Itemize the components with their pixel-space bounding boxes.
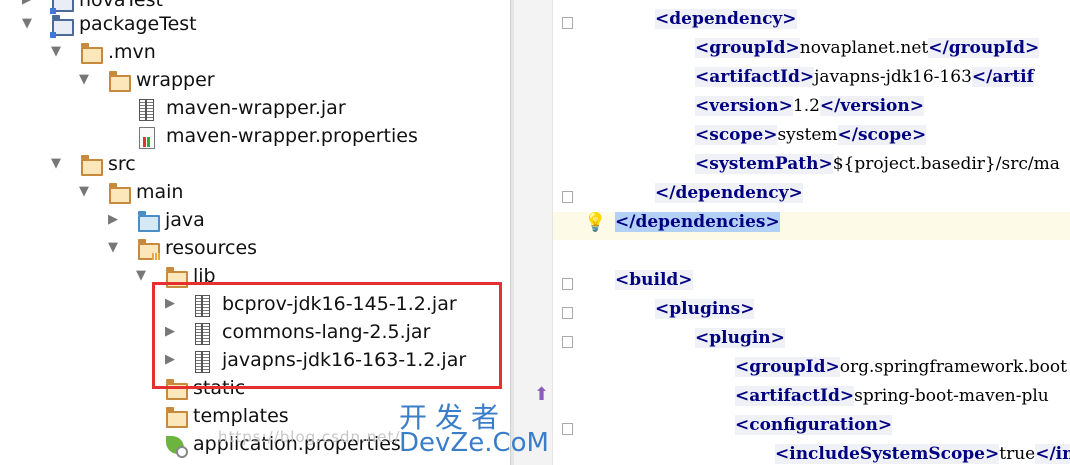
source-folder-icon (138, 211, 160, 232)
fold-marker-icon[interactable] (562, 17, 573, 29)
code-line[interactable]: </dependencies> (615, 212, 780, 241)
watermark-url: https://blog.csdn.net/ (218, 428, 401, 446)
tree-row-label: packageTest (79, 13, 197, 35)
jar-icon (139, 99, 154, 121)
folder-icon (109, 71, 131, 92)
xml-tag: </dependencies> (615, 212, 780, 232)
properties-file-icon (139, 127, 155, 149)
xml-text: novaplanet.net (799, 38, 929, 58)
tree-row-label: maven-wrapper.properties (166, 125, 418, 147)
code-line[interactable]: <version>1.2</version> (695, 96, 924, 125)
xml-tag: <configuration> (735, 415, 893, 435)
xml-text: system (777, 125, 838, 145)
expand-down-icon[interactable]: ▼ (51, 156, 61, 171)
project-folder-icon (50, 15, 74, 38)
tree-row-label: wrapper (136, 69, 215, 91)
xml-tag: </version> (819, 96, 924, 116)
xml-tag: <dependency> (655, 9, 797, 29)
tree-row[interactable]: ▼ .mvn (0, 38, 510, 66)
xml-tag: <plugin> (695, 328, 785, 348)
collapse-right-icon[interactable]: ▶ (22, 0, 32, 7)
code-line[interactable]: </dependency> (655, 183, 803, 212)
highlight-box (152, 282, 502, 389)
tree-row[interactable]: maven-wrapper.jar (0, 94, 510, 122)
resources-folder-icon (138, 239, 160, 260)
code-line[interactable]: <systemPath>${project.basedir}/src/ma (695, 154, 1060, 183)
tree-row-label: src (108, 153, 136, 175)
code-line[interactable]: <groupId>org.springframework.boot (735, 357, 1067, 386)
tree-row-label: maven-wrapper.jar (166, 97, 346, 119)
lightbulb-icon[interactable]: 💡 (584, 212, 606, 233)
xml-text: 1.2 (792, 96, 820, 116)
tree-row[interactable]: ▶ java (0, 206, 510, 234)
code-line[interactable]: <build> (615, 270, 693, 299)
spring-properties-icon (166, 436, 188, 458)
code-line[interactable]: <plugins> (655, 299, 755, 328)
fold-marker-icon[interactable] (562, 191, 573, 203)
fold-marker-icon[interactable] (562, 423, 573, 435)
xml-tag: <scope> (695, 125, 778, 145)
xml-text: org.springframework.boot (839, 357, 1067, 377)
xml-tag: <plugins> (655, 299, 755, 319)
expand-down-icon[interactable]: ▼ (22, 16, 32, 31)
xml-tag: </groupId> (928, 38, 1040, 58)
xml-tag: <artifactId> (695, 67, 815, 87)
xml-text: spring-boot-maven-plu (854, 386, 1049, 406)
fold-marker-icon[interactable] (562, 307, 573, 319)
xml-tag: </in (1035, 444, 1070, 464)
xml-tag: <systemPath> (695, 154, 833, 174)
fold-marker-icon[interactable] (562, 278, 573, 290)
folder-icon (109, 183, 131, 204)
tree-row[interactable]: ▼ packageTest (0, 10, 510, 38)
xml-tag: </artif (971, 67, 1034, 87)
xml-tag: <build> (615, 270, 693, 290)
tree-row[interactable]: ▼ wrapper (0, 66, 510, 94)
tree-row-label: .mvn (108, 41, 156, 63)
xml-tag: </scope> (837, 125, 927, 145)
code-editor[interactable]: <dependency> <groupId>novaplanet.net</gro… (514, 0, 1070, 465)
expand-down-icon[interactable]: ▼ (136, 268, 146, 283)
xml-tag: <groupId> (735, 357, 840, 377)
tree-row-label: java (165, 209, 205, 231)
tree-row[interactable]: ▼ resources (0, 234, 510, 262)
xml-text: ${project.basedir}/src/ma (832, 154, 1060, 174)
xml-tag: <version> (695, 96, 793, 116)
collapse-right-icon[interactable]: ▶ (108, 212, 118, 227)
code-line[interactable]: <configuration> (735, 415, 893, 444)
xml-tag: </dependency> (655, 183, 803, 203)
code-line[interactable]: <artifactId>javapns-jdk16-163</artif (695, 67, 1034, 96)
watermark-brand-en: DevZe.CoM (399, 428, 549, 458)
folder-icon (166, 407, 188, 428)
xml-tag: <includeSystemScope> (775, 444, 1000, 464)
code-line[interactable]: <plugin> (695, 328, 785, 357)
folder-icon (81, 155, 103, 176)
code-line[interactable]: <scope>system</scope> (695, 125, 927, 154)
code-line[interactable]: <includeSystemScope>true</in (775, 444, 1070, 465)
tree-row-label: templates (193, 405, 289, 427)
code-line[interactable]: <groupId>novaplanet.net</groupId> (695, 38, 1040, 67)
xml-text: javapns-jdk16-163 (814, 67, 972, 87)
tree-row[interactable]: ▼ main (0, 178, 510, 206)
xml-tag: <groupId> (695, 38, 800, 58)
expand-down-icon[interactable]: ▼ (79, 72, 89, 87)
code-line[interactable]: <artifactId>spring-boot-maven-plu (735, 386, 1049, 415)
folder-icon (81, 43, 103, 64)
override-icon[interactable]: ⬆ (534, 384, 549, 405)
tree-row[interactable]: maven-wrapper.properties (0, 122, 510, 150)
tree-row[interactable]: ▼ src (0, 150, 510, 178)
xml-text: true (999, 444, 1036, 464)
code-line[interactable]: <dependency> (655, 9, 797, 38)
xml-tag: <artifactId> (735, 386, 855, 406)
tree-row-label: resources (165, 237, 258, 259)
expand-down-icon[interactable]: ▼ (79, 184, 89, 199)
fold-marker-icon[interactable] (562, 336, 573, 348)
expand-down-icon[interactable]: ▼ (108, 240, 118, 255)
tree-row-label: main (136, 181, 184, 203)
expand-down-icon[interactable]: ▼ (51, 44, 61, 59)
